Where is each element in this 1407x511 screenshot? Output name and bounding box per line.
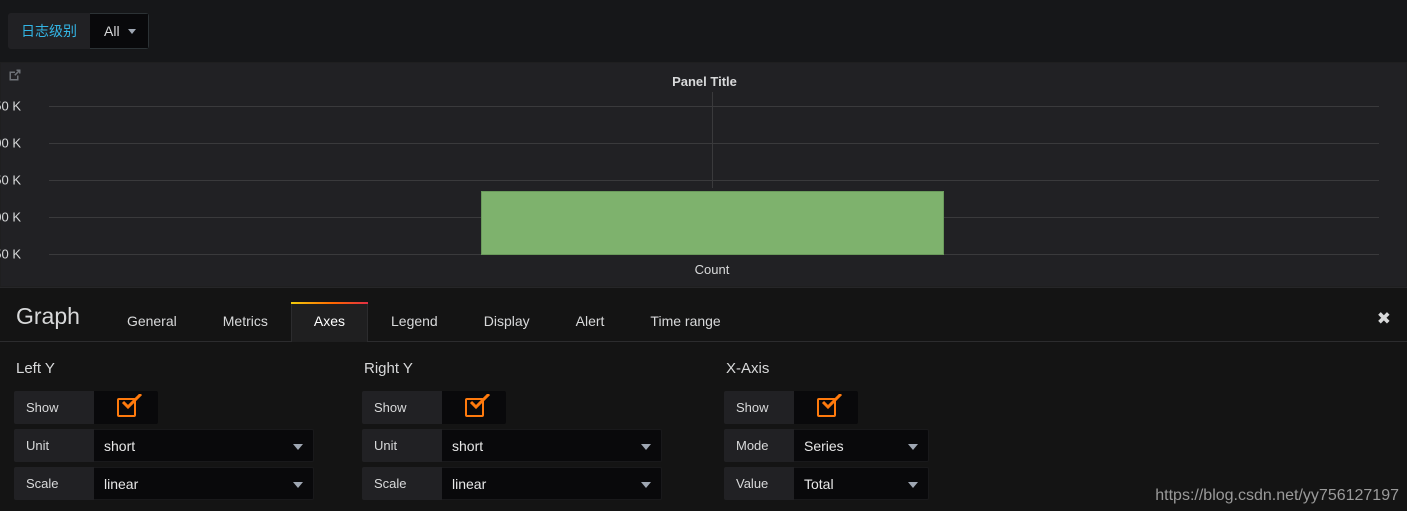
xtick-label-count: Count [694,262,730,277]
ytick-label-350k: 350 K [0,172,21,188]
chevron-down-icon [908,443,918,450]
checkmark-icon [116,394,142,417]
row-x-axis-value: Value Total [724,467,1050,500]
axes-options: Left Y Show Unit short Scale linear Righ… [0,342,1407,511]
watermark-text: https://blog.csdn.net/yy756127197 [1155,487,1399,504]
gridline-350k [49,180,1379,181]
tab-axes[interactable]: Axes [290,302,369,342]
section-x-axis: X-Axis Show Mode Series Value Total [700,342,1050,511]
label-x-axis-show: Show [724,391,794,424]
chevron-down-icon [293,443,303,450]
ytick-label-300k: 300 K [0,209,21,225]
row-x-axis-show: Show [724,391,1050,424]
select-right-y-scale-value: linear [452,475,487,492]
checkmark-icon [816,394,842,417]
checkbox-x-axis-show[interactable] [794,391,858,424]
row-right-y-scale: Scale linear [362,467,700,500]
row-right-y-unit: Unit short [362,429,700,462]
select-left-y-scale[interactable]: linear [94,467,314,500]
row-left-y-unit: Unit short [14,429,350,462]
select-left-y-scale-value: linear [104,475,139,492]
chevron-down-icon [908,481,918,488]
section-title-right-y: Right Y [364,360,413,377]
editor-tab-bar: Graph General Metrics Axes Legend Displa… [0,288,1407,342]
panel-editor: Graph General Metrics Axes Legend Displa… [0,287,1407,511]
select-right-y-unit-value: short [452,437,484,454]
section-title-left-y: Left Y [16,360,55,377]
dashboard-submenu: 日志级别 All [0,0,1407,62]
row-right-y-show: Show [362,391,700,424]
tab-display[interactable]: Display [461,302,553,342]
chevron-down-icon [641,443,651,450]
variable-value-dropdown[interactable]: All [90,13,149,49]
select-right-y-scale[interactable]: linear [442,467,662,500]
page-title: Panel Title [672,74,737,89]
variable-label: 日志级别 [8,13,90,49]
gridline-450k [49,106,1379,107]
template-variable-loglevel[interactable]: 日志级别 All [8,13,149,49]
select-left-y-unit[interactable]: short [94,429,314,462]
select-x-axis-value-value: Total [804,475,834,492]
tab-legend[interactable]: Legend [368,302,461,342]
gridline-400k [49,143,1379,144]
row-left-y-show: Show [14,391,350,424]
ytick-label-400k: 400 K [0,135,21,151]
section-title-x-axis: X-Axis [726,360,770,377]
checkmark-icon [464,394,490,417]
row-left-y-scale: Scale linear [14,467,350,500]
chevron-down-icon [293,481,303,488]
label-left-y-show: Show [14,391,94,424]
select-right-y-unit[interactable]: short [442,429,662,462]
tab-metrics[interactable]: Metrics [200,302,291,342]
bar-count[interactable] [481,191,944,255]
tab-time-range[interactable]: Time range [627,302,743,342]
chevron-down-icon [641,481,651,488]
label-left-y-unit: Unit [14,429,94,462]
row-x-axis-mode: Mode Series [724,429,1050,462]
variable-value-text: All [104,23,120,39]
tab-general[interactable]: General [104,302,200,342]
graph-plot-area[interactable]: 450 K 400 K 350 K 300 K 250 K Count [0,92,1407,288]
section-right-y: Right Y Show Unit short Scale linear [350,342,700,511]
label-left-y-scale: Scale [14,467,94,500]
graph-panel: Panel Title 450 K 400 K 350 K 300 K 250 … [0,62,1407,287]
label-x-axis-value: Value [724,467,794,500]
editor-heading: Graph [16,303,80,329]
label-x-axis-mode: Mode [724,429,794,462]
label-right-y-unit: Unit [362,429,442,462]
select-x-axis-mode[interactable]: Series [794,429,929,462]
select-x-axis-mode-value: Series [804,437,844,454]
checkbox-right-y-show[interactable] [442,391,506,424]
checkbox-left-y-show[interactable] [94,391,158,424]
section-left-y: Left Y Show Unit short Scale linear [0,342,350,511]
chevron-down-icon [127,28,136,34]
select-left-y-unit-value: short [104,437,136,454]
label-right-y-show: Show [362,391,442,424]
gridline-vertical-count [712,92,713,188]
select-x-axis-value[interactable]: Total [794,467,929,500]
tab-alert[interactable]: Alert [553,302,628,342]
ytick-label-250k: 250 K [0,246,21,262]
ytick-label-450k: 450 K [0,98,21,114]
label-right-y-scale: Scale [362,467,442,500]
close-icon[interactable]: ✖ [1377,310,1391,327]
